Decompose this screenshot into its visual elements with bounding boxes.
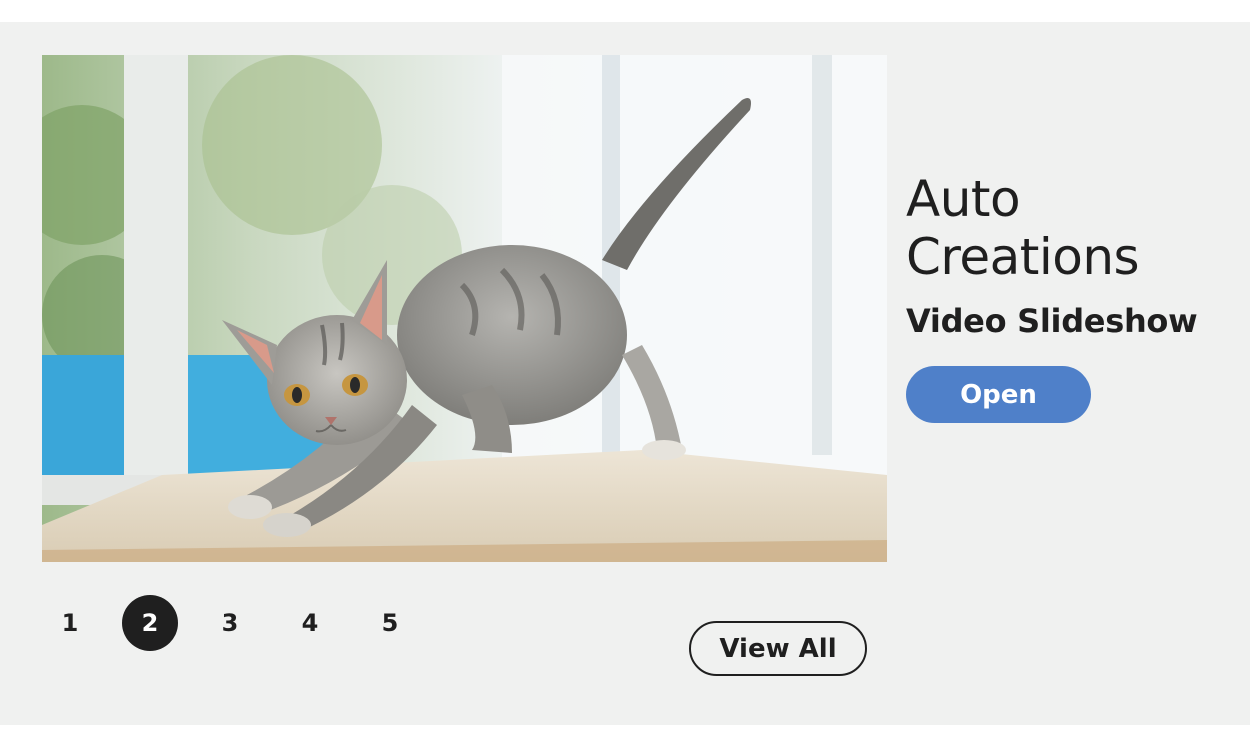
page-5-button[interactable]: 5 xyxy=(362,595,418,651)
page-2-button[interactable]: 2 xyxy=(122,595,178,651)
pagination: 1 2 3 4 5 xyxy=(42,595,442,651)
feature-title: Auto Creations xyxy=(906,170,1236,286)
slideshow-image[interactable] xyxy=(42,55,887,562)
feature-title-line1: Auto xyxy=(906,170,1021,228)
page-1-button[interactable]: 1 xyxy=(42,595,98,651)
feature-title-line2: Creations xyxy=(906,228,1140,286)
feature-info: Auto Creations Video Slideshow Open xyxy=(906,170,1236,423)
open-button[interactable]: Open xyxy=(906,366,1091,423)
kitten-photo xyxy=(42,55,887,562)
feature-subtitle: Video Slideshow xyxy=(906,302,1198,340)
view-all-button[interactable]: View All xyxy=(689,621,867,676)
page-4-button[interactable]: 4 xyxy=(282,595,338,651)
page-3-button[interactable]: 3 xyxy=(202,595,258,651)
